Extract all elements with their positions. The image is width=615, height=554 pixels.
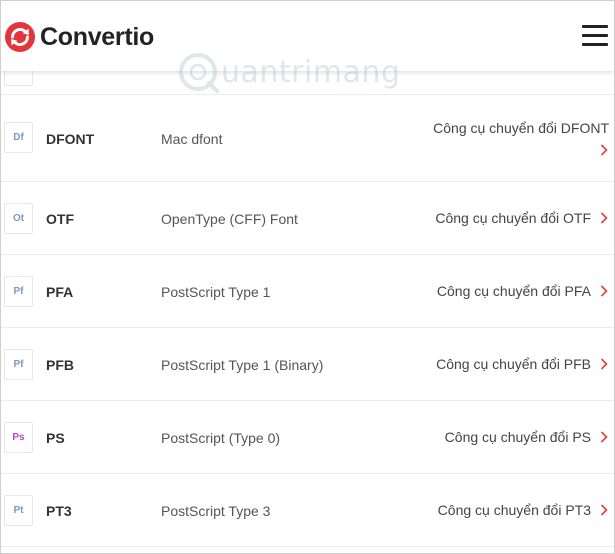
format-row-dfont[interactable]: Df DFONT Mac dfont Công cụ chuyển đổi DF… (1, 95, 614, 182)
chevron-right-icon (600, 212, 608, 224)
format-extension: OTF (46, 211, 74, 227)
converter-link-label: Công cụ chuyển đổi PFA (436, 283, 591, 299)
converter-link[interactable]: Công cụ chuyển đổi OTF (435, 210, 608, 226)
format-row-pfa[interactable]: Pf PFA PostScript Type 1 Công cụ chuyển … (1, 255, 614, 328)
format-icon: Df (4, 122, 33, 153)
partial-list-row (1, 55, 614, 95)
chevron-right-icon[interactable] (600, 144, 608, 156)
format-extension: PFA (46, 284, 74, 300)
format-row-otf[interactable]: Ot OTF OpenType (CFF) Font Công cụ chuyể… (1, 182, 614, 255)
converter-link[interactable]: Công cụ chuyển đổi DFONT (433, 120, 609, 136)
format-description: OpenType (CFF) Font (161, 211, 298, 227)
converter-link[interactable]: Công cụ chuyển đổi PT3 (438, 502, 608, 518)
format-icon: Pt (4, 495, 33, 526)
page-frame: Convertio uantrimang Df DFONT Mac dfont … (0, 0, 615, 554)
format-description: Mac dfont (161, 131, 223, 147)
format-description: PostScript Type 1 (161, 284, 271, 300)
format-row-pfb[interactable]: Pf PFB PostScript Type 1 (Binary) Công c… (1, 328, 614, 401)
format-description: PostScript Type 1 (Binary) (161, 357, 324, 373)
converter-link-label: Công cụ chuyển đổi PT3 (437, 502, 591, 518)
format-extension: PS (46, 430, 65, 446)
converter-link-label: Công cụ chuyển đổi PFB (436, 356, 591, 372)
converter-link-label: Công cụ chuyển đổi PS (444, 429, 591, 445)
format-extension: DFONT (46, 131, 95, 147)
chevron-right-icon (600, 504, 608, 516)
format-description: PostScript (Type 0) (161, 430, 281, 446)
convertio-logo[interactable]: Convertio (5, 21, 154, 53)
chevron-right-icon (600, 431, 608, 443)
chevron-right-icon (600, 358, 608, 370)
format-icon: Pf (4, 276, 33, 307)
format-row-pt3[interactable]: Pt PT3 PostScript Type 3 Công cụ chuyển … (1, 474, 614, 547)
converter-link-label: Công cụ chuyển đổi DFONT (433, 120, 609, 136)
format-extension: PT3 (46, 503, 72, 519)
site-header: Convertio (1, 1, 614, 71)
format-icon: Pf (4, 349, 33, 380)
format-row-ps[interactable]: Ps PS PostScript (Type 0) Công cụ chuyển… (1, 401, 614, 474)
converter-link[interactable]: Công cụ chuyển đổi PFA (437, 283, 608, 299)
brand-name: Convertio (40, 22, 154, 51)
format-icon: Ot (4, 203, 33, 234)
convertio-logo-icon (5, 22, 35, 52)
converter-link[interactable]: Công cụ chuyển đổi PFB (436, 356, 608, 372)
format-description: PostScript Type 3 (161, 503, 271, 519)
converter-link-label: Công cụ chuyển đổi OTF (435, 210, 591, 226)
hamburger-menu-icon[interactable] (582, 25, 608, 47)
format-extension: PFB (46, 357, 74, 373)
chevron-right-icon (600, 285, 608, 297)
converter-link[interactable]: Công cụ chuyển đổi PS (445, 429, 608, 445)
format-icon: Ps (4, 422, 33, 453)
